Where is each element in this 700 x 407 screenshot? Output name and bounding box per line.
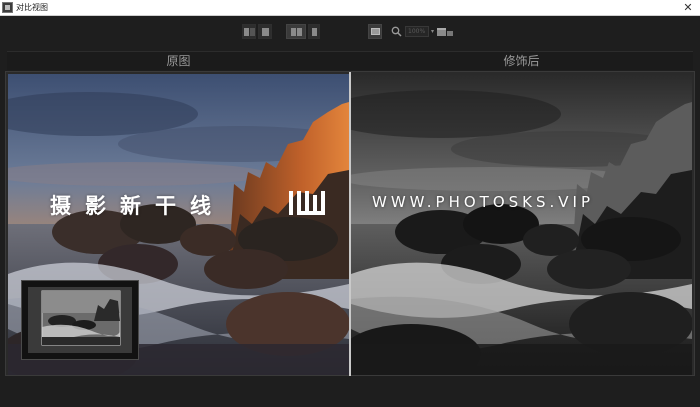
photosks-logo-icon [289,191,325,215]
compare-divider-handle[interactable] [349,72,351,376]
split-active-icon [290,27,302,36]
split-left-icon [243,27,255,36]
zoom-group: 100% ▾ [368,24,454,39]
before-panel-label: 原图 [166,54,191,68]
window-toggle-icon[interactable] [437,27,447,36]
view-mode-group [242,24,320,39]
single-view-button[interactable] [258,24,272,39]
single-panel-right-icon [311,27,317,36]
zoom-level-field[interactable]: 100% [405,26,429,37]
watermark-english-text: WWW.PHOTOSKS.VIP [372,193,595,211]
window-title: 对比视图 [16,2,48,12]
watermark-chinese-text: 摄影新干线 [50,194,225,218]
fit-screen-button[interactable] [368,24,382,39]
compare-view-app-icon [2,2,13,13]
title-bar: 对比视图 ✕ [0,0,700,16]
single-panel-icon [261,27,269,36]
window-toggle-small-icon [447,31,454,36]
zoom-magnifier-icon[interactable] [390,26,402,38]
side-by-side-view-button[interactable] [242,24,256,39]
toolbar: 100% ▾ [0,16,700,46]
panel-label-bar: 原图 修饰后 [7,51,693,70]
after-photo[interactable] [351,74,692,375]
before-only-view-button[interactable] [308,24,320,39]
after-panel-label: 修饰后 [503,54,540,68]
fit-screen-icon [370,28,380,35]
navigator-thumbnail[interactable] [21,280,139,360]
split-compare-view-button[interactable] [286,24,306,39]
close-button[interactable]: ✕ [676,0,700,16]
zoom-dropdown-caret[interactable]: ▾ [431,28,434,35]
status-bar [0,378,700,407]
